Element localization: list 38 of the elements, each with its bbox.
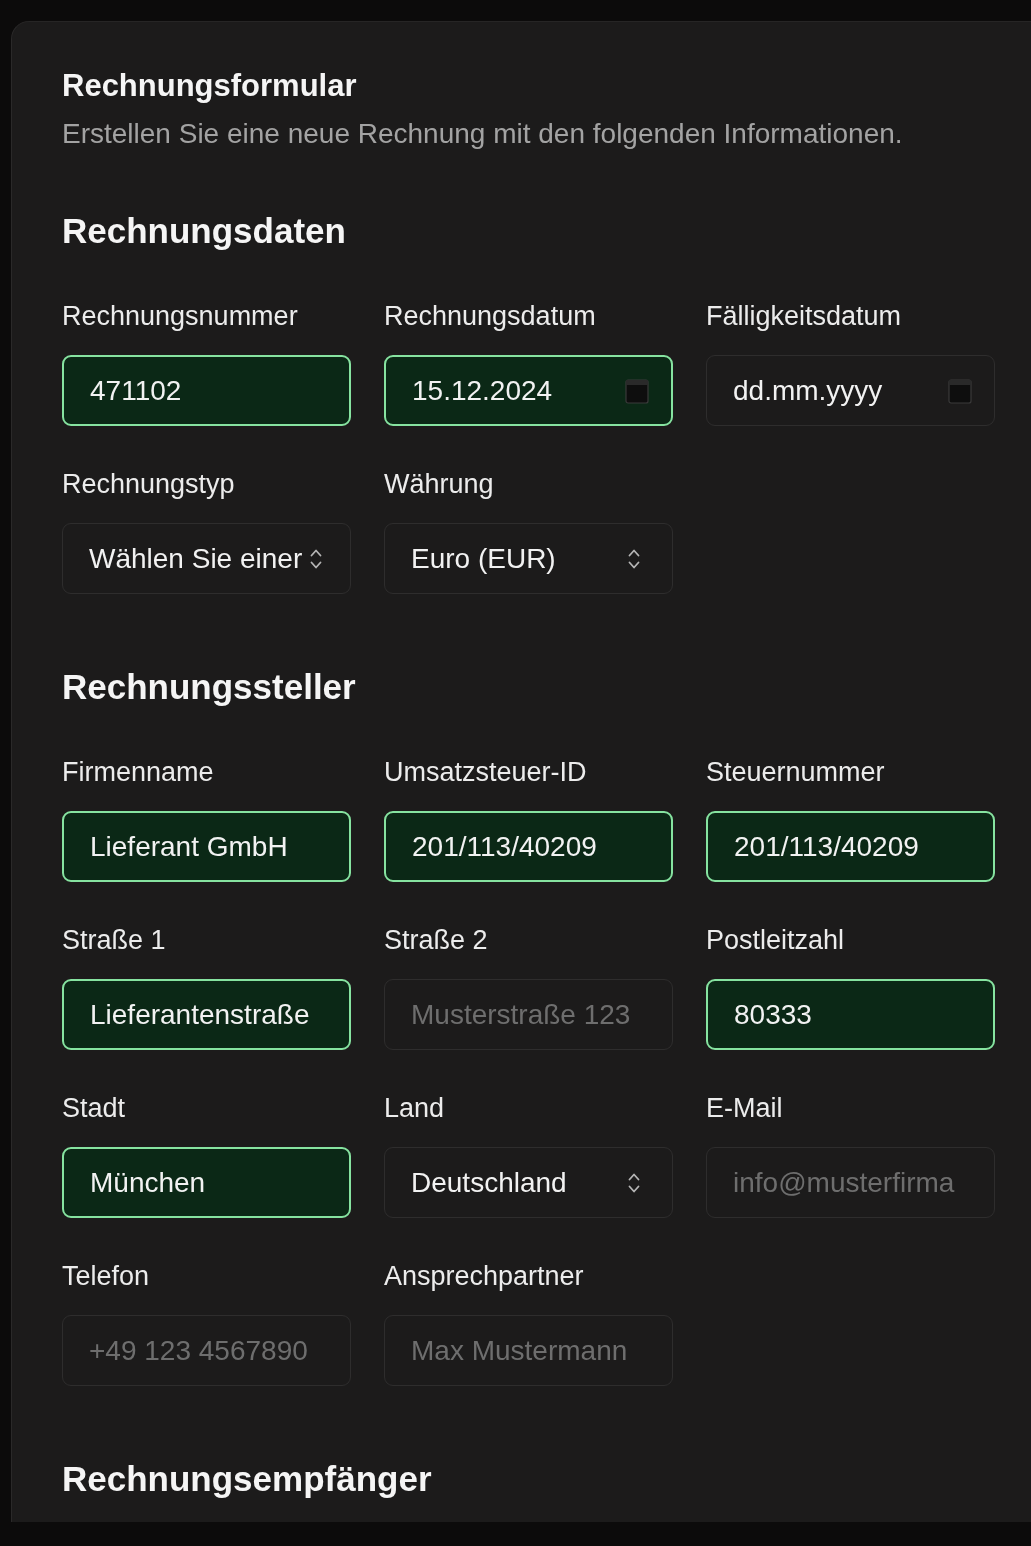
section-heading: Rechnungsempfänger [62,1459,432,1499]
input-field[interactable]: Lieferantenstraße [62,979,351,1050]
field-label: Rechnungsdatum [384,300,596,332]
field-label: Fälligkeitsdatum [706,300,902,332]
calendar-icon[interactable] [625,377,649,404]
input-field[interactable]: 471102 [62,355,351,426]
chevron-up-down-icon [310,547,323,570]
input-field[interactable]: 201/113/40209 [706,811,995,882]
field-label: Ansprechpartner [384,1260,584,1292]
calendar-icon[interactable] [948,377,972,404]
date-field[interactable]: dd.mm.yyyy [706,355,995,426]
input-field[interactable]: 80333 [706,979,995,1050]
select-field[interactable]: Wählen Sie einer [62,523,351,594]
field-label: E-Mail [706,1092,783,1124]
input-field[interactable]: Lieferant GmbH [62,811,351,882]
field-label: Stadt [62,1092,126,1124]
field-label: Steuernummer [706,756,885,788]
form-title: Rechnungsformular [62,68,357,104]
chevron-up-down-icon [628,547,640,570]
section-heading: Rechnungssteller [62,667,356,707]
field-label: Postleitzahl [706,924,845,956]
input-field[interactable]: München [62,1147,351,1218]
section-heading: Rechnungsdaten [62,211,346,251]
field-label: Telefon [62,1260,150,1292]
chevron-up-down-icon [628,1171,640,1194]
field-label: Rechnungsnummer [62,300,298,332]
select-field[interactable]: Deutschland [384,1147,673,1218]
date-field[interactable]: 15.12.2024 [384,355,673,426]
field-label: Firmenname [62,756,214,788]
field-label: Währung [384,468,494,500]
form-description: Erstellen Sie eine neue Rechnung mit den folgenden Informationen. [62,118,903,150]
field-label: Straße 2 [384,924,488,956]
select-field[interactable]: Euro (EUR) [384,523,673,594]
input-field[interactable]: 201/113/40209 [384,811,673,882]
field-label: Land [384,1092,445,1124]
field-label: Umsatzsteuer-ID [384,756,587,788]
field-label: Straße 1 [62,924,166,956]
field-label: Rechnungstyp [62,468,235,500]
